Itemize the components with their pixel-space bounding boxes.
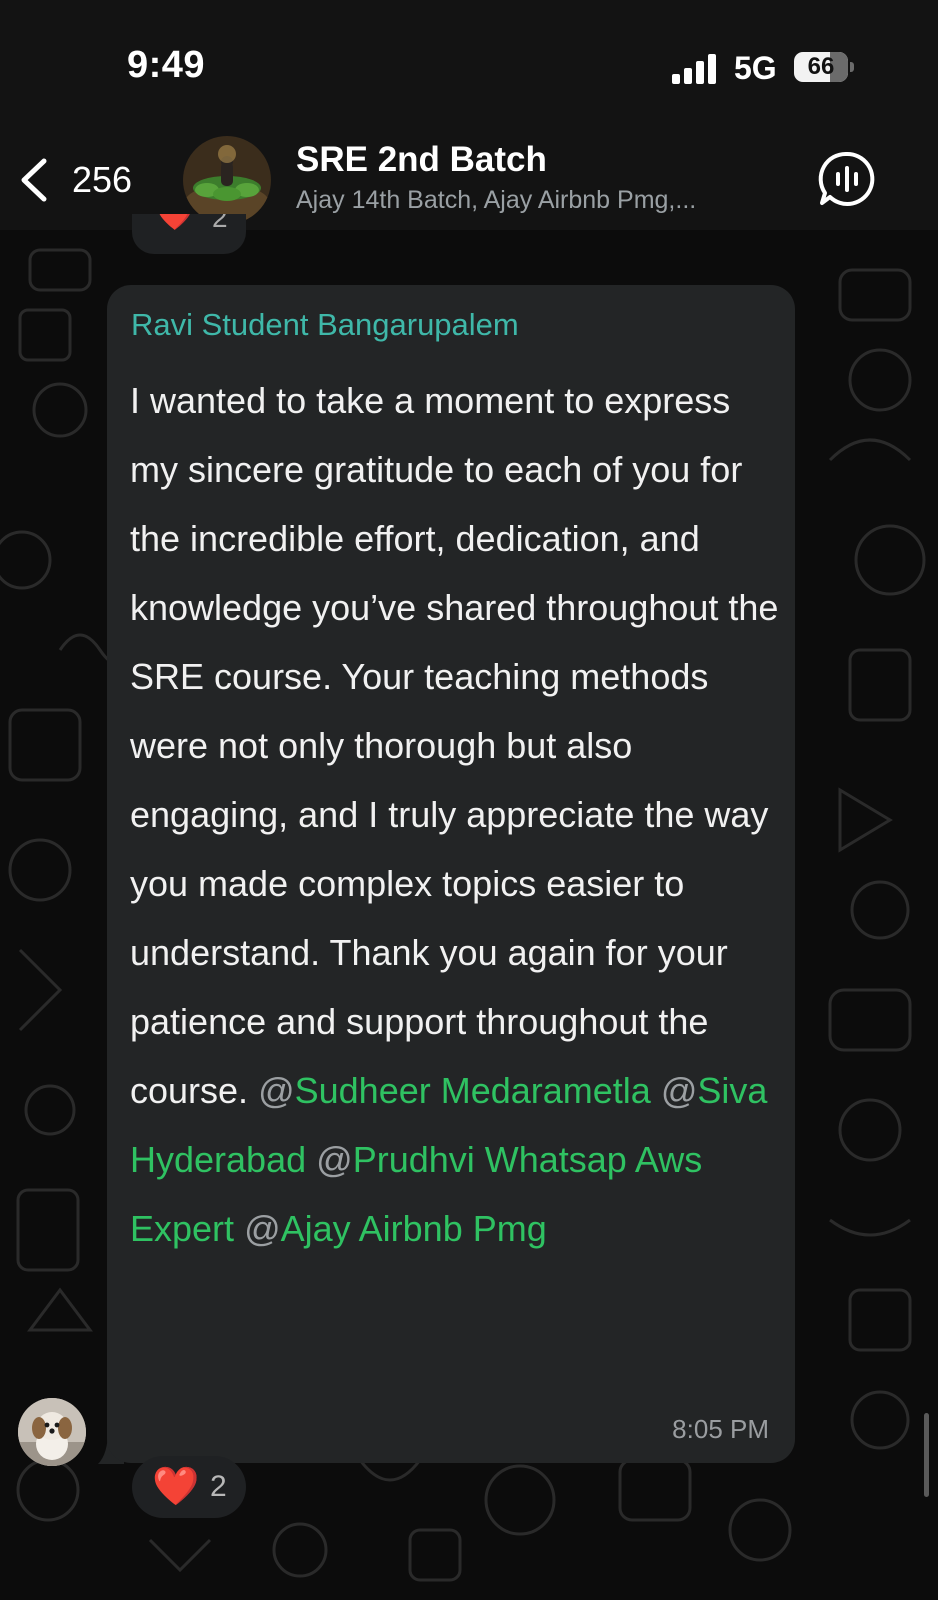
message-body: I wanted to take a moment to express my … [130,380,779,1111]
network-type: 5G [734,50,777,86]
mention-at-sign: @ [660,1070,698,1111]
mention-at-sign: @ [258,1070,295,1111]
dog-avatar-photo [18,1398,86,1466]
reaction-count: 2 [210,1470,227,1503]
mention-name: Ajay Airbnb Pmg [280,1208,547,1249]
mention-name: Sudheer Medarametla [294,1070,651,1111]
message-bubble[interactable]: Ravi Student Bangarupalem I wanted to ta… [107,285,795,1463]
sender-avatar[interactable] [18,1398,86,1466]
sender-name[interactable]: Ravi Student Bangarupalem [131,307,519,343]
voice-chat-button[interactable] [818,150,876,208]
mention[interactable]: @Sudheer Medarametla [258,1070,651,1111]
heart-reaction-icon: ❤️ [156,214,194,232]
scroll-indicator[interactable] [924,1413,929,1497]
reaction-count: 2 [212,214,228,233]
mention-at-sign: @ [244,1208,281,1249]
mention-at-sign: @ [316,1139,353,1180]
battery-icon: 66 [794,52,854,82]
battery-level: 66 [807,53,835,80]
status-time: 9:49 [127,44,206,86]
group-photo [183,136,271,224]
mention[interactable]: @Ajay Airbnb Pmg [244,1208,547,1249]
message-reaction[interactable]: ❤️ 2 [132,1456,246,1518]
status-bar: 9:49 5G 66 [0,0,938,130]
audio-wave-icon [818,151,875,206]
unread-count: 256 [72,159,133,200]
signal-strength-icon [672,54,716,84]
message-text: I wanted to take a moment to express my … [130,366,780,1263]
back-button[interactable]: 256 [14,150,132,210]
message-time: 8:05 PM [672,1414,769,1444]
chevron-left-icon [21,158,47,202]
group-members[interactable]: Ajay 14th Batch, Ajay Airbnb Pmg,... [296,186,786,215]
heart-reaction-icon: ❤️ [152,1466,200,1508]
group-title[interactable]: SRE 2nd Batch [296,140,547,180]
group-avatar[interactable] [183,136,271,224]
previous-message-reaction[interactable]: ❤️ 2 [132,214,246,254]
